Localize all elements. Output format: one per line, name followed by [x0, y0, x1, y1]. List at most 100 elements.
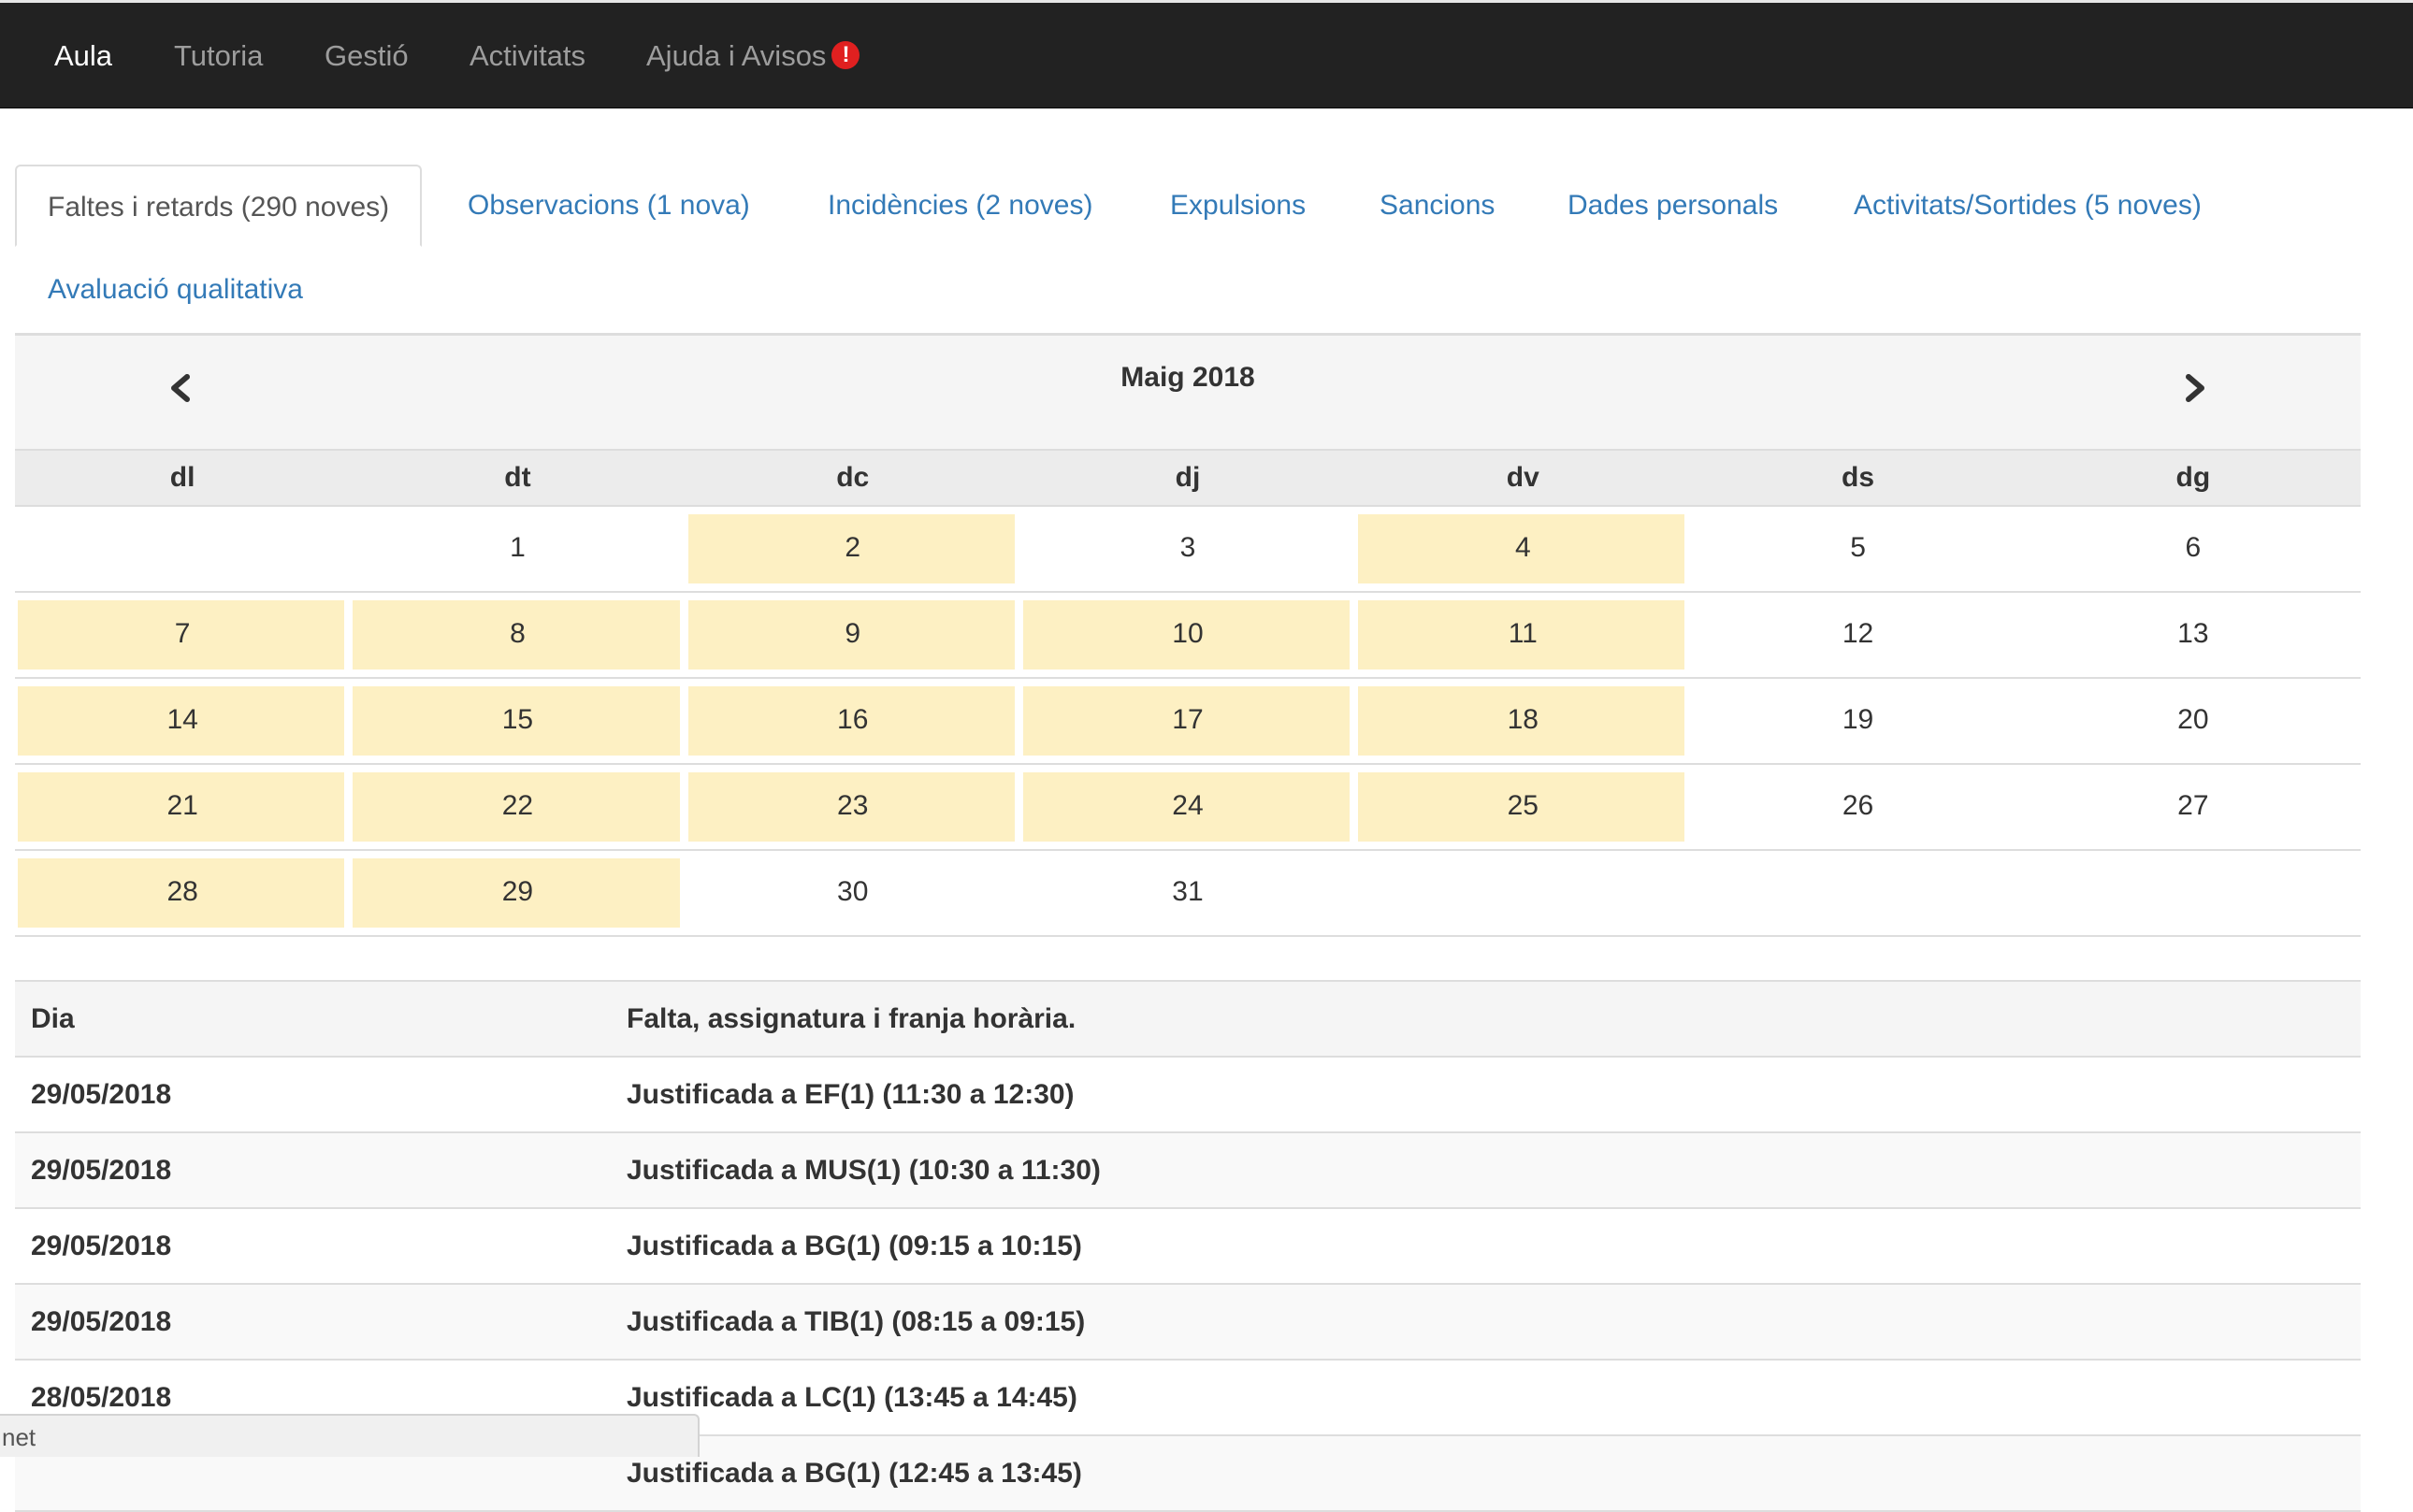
calendar-day-cell[interactable]: 30: [686, 851, 1020, 935]
calendar-day-cell[interactable]: 28: [15, 851, 350, 935]
calendar-day-cell[interactable]: 19: [1690, 679, 2025, 763]
absence-date: 29/05/2018: [31, 1231, 172, 1261]
calendar-day-cell[interactable]: 24: [1020, 765, 1355, 849]
calendar-day-cell[interactable]: 1: [350, 507, 685, 591]
calendar-day-cell[interactable]: 23: [686, 765, 1020, 849]
browser-status-bar: net: [0, 1414, 700, 1457]
absence-description: Justificada a TIB(1) (08:15 a 09:15): [627, 1306, 1086, 1337]
tab-sancions[interactable]: Sancions: [1380, 165, 1495, 247]
calendar-empty-cell: [2026, 851, 2361, 935]
calendar-day-cell[interactable]: 31: [1020, 851, 1355, 935]
weekday-label: dl: [169, 462, 195, 493]
calendar-day-number: 12: [1842, 618, 1874, 649]
calendar-day-cell[interactable]: 13: [2026, 593, 2361, 677]
calendar-day-cell[interactable]: 25: [1355, 765, 1690, 849]
calendar-grid: 1 2 3 4 5 6 7 8 9 10 11 12 13 14 15 16 17 18 19 20 21 22 23 24 2…: [15, 507, 2361, 937]
calendar-day-number: 23: [837, 790, 869, 821]
calendar-day-number: 4: [1514, 532, 1531, 563]
exclamation-circle-icon: !: [831, 41, 860, 69]
table-row: 29/05/2018 Justificada a MUS(1) (10:30 a …: [15, 1133, 2361, 1209]
calendar-day-cell[interactable]: 26: [1690, 765, 2025, 849]
month-calendar: Maig 2018 dl dt dc dj dv ds dg 123456789…: [15, 333, 2361, 937]
calendar-day-number: 22: [501, 790, 534, 821]
table-row: 29/05/2018 Justificada a BG(1) (09:15 a 1…: [15, 1209, 2361, 1285]
calendar-day-number: 16: [837, 704, 869, 735]
tab-dades-personals[interactable]: Dades personals: [1568, 165, 1778, 247]
calendar-day-number: 30: [837, 876, 869, 907]
calendar-day-number: 8: [510, 618, 526, 649]
calendar-day-number: 26: [1842, 790, 1874, 821]
calendar-day-cell[interactable]: 10: [1020, 593, 1355, 677]
calendar-day-cell[interactable]: 16: [686, 679, 1020, 763]
column-header-falta: Falta, assignatura i franja horària.: [627, 1003, 1076, 1034]
calendar-day-number: 27: [2177, 790, 2209, 821]
calendar-day-number: 17: [1172, 704, 1204, 735]
nav-item-tutoria[interactable]: Tutoria: [174, 3, 263, 108]
calendar-day-cell[interactable]: 4: [1355, 507, 1690, 591]
calendar-day-cell[interactable]: 8: [350, 593, 685, 677]
calendar-day-cell[interactable]: 9: [686, 593, 1020, 677]
calendar-day-number: 25: [1507, 790, 1539, 821]
calendar-day-cell[interactable]: 18: [1355, 679, 1690, 763]
absence-description: Justificada a MUS(1) (10:30 a 11:30): [627, 1155, 1101, 1186]
calendar-day-number: 6: [2185, 532, 2202, 563]
absence-date: 29/05/2018: [31, 1155, 172, 1186]
nav-item-gestio[interactable]: Gestió: [325, 3, 409, 108]
table-header-row: Dia Falta, assignatura i franja horària.: [15, 982, 2361, 1058]
nav-item-aula[interactable]: Aula: [54, 3, 112, 108]
tab-faltes-retards[interactable]: Faltes i retards (290 noves): [15, 165, 423, 247]
calendar-day-number: 1: [510, 532, 526, 563]
calendar-week-row: 21 22 23 24 25 26 27: [15, 765, 2361, 851]
calendar-day-cell[interactable]: 22: [350, 765, 685, 849]
column-header-dia: Dia: [31, 1003, 75, 1034]
calendar-day-number: 15: [501, 704, 534, 735]
student-tabs: Faltes i retards (290 noves) Observacion…: [15, 165, 2361, 335]
absence-description: Justificada a BG(1) (09:15 a 10:15): [627, 1231, 1082, 1261]
calendar-day-number: 13: [2177, 618, 2209, 649]
tab-incidencies[interactable]: Incidències (2 noves): [828, 165, 1092, 247]
calendar-month-title: Maig 2018: [1120, 362, 1255, 393]
calendar-day-cell[interactable]: 17: [1020, 679, 1355, 763]
calendar-day-cell[interactable]: 12: [1690, 593, 2025, 677]
weekday-label: dg: [2175, 462, 2211, 493]
calendar-empty-cell: [1690, 851, 2025, 935]
tab-expulsions[interactable]: Expulsions: [1170, 165, 1306, 247]
calendar-day-number: 21: [166, 790, 198, 821]
tab-observacions[interactable]: Observacions (1 nova): [468, 165, 750, 247]
calendar-day-cell[interactable]: 20: [2026, 679, 2361, 763]
calendar-day-cell[interactable]: 5: [1690, 507, 2025, 591]
calendar-week-row: 28 29 30 31: [15, 851, 2361, 937]
calendar-day-cell[interactable]: 2: [686, 507, 1020, 591]
calendar-day-cell[interactable]: 14: [15, 679, 350, 763]
absence-date: 29/05/2018: [31, 1079, 172, 1110]
calendar-weekday-row: dl dt dc dj dv ds dg: [15, 449, 2361, 507]
calendar-day-cell[interactable]: 6: [2026, 507, 2361, 591]
weekday-label: dj: [1175, 462, 1201, 493]
tab-avaluacio-qualitativa[interactable]: Avaluació qualitativa: [48, 249, 303, 331]
calendar-day-cell[interactable]: 15: [350, 679, 685, 763]
calendar-day-cell[interactable]: 7: [15, 593, 350, 677]
tab-activitats-sortides[interactable]: Activitats/Sortides (5 noves): [1854, 165, 2202, 247]
weekday-label: dc: [836, 462, 870, 493]
nav-item-ajuda-avisos[interactable]: Ajuda i Avisos!: [646, 3, 860, 108]
calendar-day-cell[interactable]: 21: [15, 765, 350, 849]
weekday-label: ds: [1842, 462, 1875, 493]
calendar-day-number: 10: [1172, 618, 1204, 649]
calendar-day-cell[interactable]: 29: [350, 851, 685, 935]
nav-item-activitats[interactable]: Activitats: [470, 3, 585, 108]
calendar-day-number: 19: [1842, 704, 1874, 735]
absence-description: Justificada a EF(1) (11:30 a 12:30): [627, 1079, 1075, 1110]
calendar-day-cell[interactable]: 27: [2026, 765, 2361, 849]
calendar-day-number: 18: [1507, 704, 1539, 735]
table-row: 29/05/2018 Justificada a EF(1) (11:30 a 1…: [15, 1058, 2361, 1133]
weekday-label: dv: [1506, 462, 1539, 493]
calendar-day-cell[interactable]: 3: [1020, 507, 1355, 591]
calendar-day-number: 28: [166, 876, 198, 907]
calendar-week-row: 1 2 3 4 5 6: [15, 507, 2361, 593]
calendar-day-number: 24: [1172, 790, 1204, 821]
calendar-day-number: 31: [1172, 876, 1204, 907]
table-row: 29/05/2018 Justificada a TIB(1) (08:15 a …: [15, 1285, 2361, 1361]
calendar-day-number: 3: [1179, 532, 1196, 563]
chevron-right-icon[interactable]: [2175, 369, 2213, 407]
calendar-day-cell[interactable]: 11: [1355, 593, 1690, 677]
